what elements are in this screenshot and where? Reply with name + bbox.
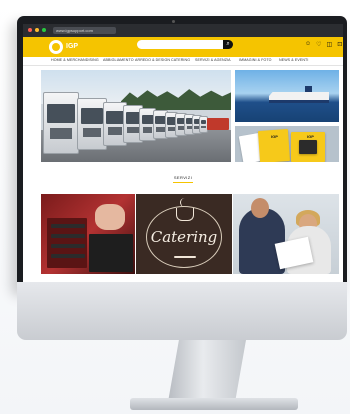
- spoon-icon: [174, 256, 196, 258]
- screen: www.igpsupport.com IGP ⌕ ☺ ♡ ◫ ⊡ HOME & …: [23, 24, 343, 282]
- camera: [172, 20, 175, 23]
- heart-icon[interactable]: ♡: [316, 41, 321, 48]
- banner-ferry[interactable]: [235, 70, 339, 122]
- red-truck: [207, 118, 229, 130]
- cup-icon: [176, 208, 194, 221]
- tool: [51, 234, 85, 238]
- header-icons: ☺ ♡ ◫ ⊡: [305, 41, 342, 48]
- minimize-icon[interactable]: [35, 28, 39, 32]
- brochure-logo: IGP: [307, 134, 314, 139]
- nav-item[interactable]: ABBIGLIAMENTO: [103, 58, 134, 62]
- maximize-icon[interactable]: [42, 28, 46, 32]
- section-underline: [173, 182, 193, 183]
- main-nav: HOME & MERCHANDISING ABBIGLIAMENTO ARRED…: [23, 57, 343, 66]
- browser-bar: www.igpsupport.com: [23, 24, 343, 37]
- imac-mockup: www.igpsupport.com IGP ⌕ ☺ ♡ ◫ ⊡ HOME & …: [0, 0, 350, 414]
- monitor-foot: [130, 398, 298, 410]
- ship-funnel: [305, 86, 312, 93]
- search-input[interactable]: [137, 40, 227, 49]
- tool: [51, 244, 85, 248]
- cart-icon[interactable]: ⊡: [337, 41, 342, 48]
- tile-tools[interactable]: [41, 194, 135, 274]
- brochure-logo: IGP: [271, 134, 278, 139]
- tool: [51, 254, 85, 258]
- tile-catering[interactable]: Catering: [136, 194, 232, 274]
- ship-hull: [269, 100, 329, 103]
- banner-trucks[interactable]: [41, 70, 231, 162]
- logo-icon[interactable]: [49, 40, 63, 54]
- nav-item[interactable]: IMMAGINI & FOTO: [239, 58, 272, 62]
- truck: [43, 92, 79, 154]
- tile-people[interactable]: [233, 194, 339, 274]
- address-bar[interactable]: www.igpsupport.com: [53, 27, 116, 34]
- tool-drawer: [89, 234, 133, 272]
- close-icon[interactable]: [28, 28, 32, 32]
- nav-item[interactable]: CATERING: [171, 58, 190, 62]
- monitor-chin: [17, 282, 347, 340]
- bag-icon[interactable]: ◫: [327, 41, 333, 48]
- section-title: SERVIZI: [173, 175, 193, 180]
- catering-label: Catering: [150, 228, 218, 246]
- brochure-photo: [299, 140, 317, 154]
- steam-icon: [180, 198, 189, 207]
- search-button[interactable]: ⌕: [223, 40, 233, 49]
- nav-item[interactable]: NEWS & EVENTI: [279, 58, 308, 62]
- banner-brochures[interactable]: IGP IGP: [235, 126, 339, 162]
- hand: [95, 204, 125, 230]
- nav-item[interactable]: SERVIZI & AGENZIA: [195, 58, 231, 62]
- tool: [51, 224, 85, 228]
- logo-text[interactable]: IGP: [66, 43, 78, 50]
- nav-item[interactable]: ARREDO & DESIGN: [135, 58, 170, 62]
- man-head: [251, 198, 269, 218]
- monitor-stand: [168, 340, 246, 402]
- user-icon[interactable]: ☺: [305, 41, 311, 48]
- nav-item[interactable]: HOME & MERCHANDISING: [51, 58, 99, 62]
- window-controls: [28, 28, 46, 32]
